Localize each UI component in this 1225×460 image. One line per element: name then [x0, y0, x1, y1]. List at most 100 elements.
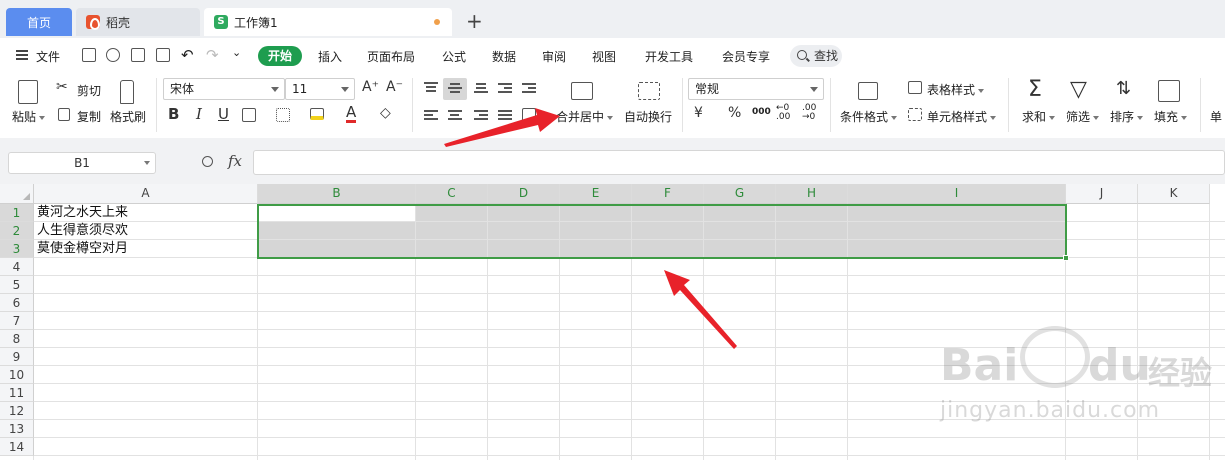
merge-center-button[interactable]: 合并居中: [556, 108, 614, 125]
hamburger-icon[interactable]: [16, 50, 28, 60]
name-box[interactable]: B1: [8, 152, 156, 174]
cell-style-button[interactable]: 单元格样式: [927, 108, 997, 125]
table-style-icon[interactable]: [908, 81, 922, 94]
paste-icon[interactable]: [18, 80, 38, 104]
ribbon-tab-start[interactable]: 开始: [258, 46, 302, 66]
row-header-4[interactable]: 4: [0, 258, 34, 276]
ribbon-tab-data[interactable]: 数据: [492, 48, 516, 65]
column-header-k[interactable]: K: [1138, 184, 1210, 204]
row-header-11[interactable]: 11: [0, 384, 34, 402]
wrap-text-icon[interactable]: [638, 82, 660, 100]
ribbon-tab-member[interactable]: 会员专享: [722, 48, 770, 65]
menu-file[interactable]: 文件: [36, 48, 60, 65]
conditional-format-icon[interactable]: [858, 82, 878, 100]
copy-icon[interactable]: [58, 108, 70, 121]
thousands-button[interactable]: 000: [752, 107, 771, 117]
column-header-f[interactable]: F: [632, 184, 704, 204]
font-size-select[interactable]: 11: [285, 78, 355, 100]
search-button[interactable]: 查找: [790, 45, 842, 67]
row-header-9[interactable]: 9: [0, 348, 34, 366]
conditional-format-button[interactable]: 条件格式: [840, 108, 898, 125]
clear-format-icon[interactable]: ◇: [380, 105, 391, 121]
ribbon-tab-insert[interactable]: 插入: [318, 48, 342, 65]
print-preview-icon[interactable]: [156, 48, 170, 62]
filter-button[interactable]: 筛选: [1066, 108, 1100, 125]
cell-a3[interactable]: 莫使金樽空对月: [37, 240, 128, 258]
sort-button[interactable]: 排序: [1110, 108, 1144, 125]
ribbon-tab-devtools[interactable]: 开发工具: [645, 48, 693, 65]
number-format-select[interactable]: 常规: [688, 78, 824, 100]
row-header-5[interactable]: 5: [0, 276, 34, 294]
zoom-icon[interactable]: [202, 156, 213, 167]
italic-button[interactable]: I: [196, 105, 202, 123]
export-icon[interactable]: [106, 48, 120, 62]
row-header-13[interactable]: 13: [0, 420, 34, 438]
cell-a2[interactable]: 人生得意须尽欢: [37, 222, 128, 240]
bold-button[interactable]: B: [168, 105, 179, 123]
column-header-j[interactable]: J: [1066, 184, 1138, 204]
merge-center-icon[interactable]: [571, 82, 593, 100]
column-header-d[interactable]: D: [488, 184, 560, 204]
indent-decrease-icon[interactable]: [498, 83, 512, 95]
percent-button[interactable]: %: [728, 105, 741, 121]
copy-button[interactable]: 复制: [77, 108, 101, 125]
row-header-7[interactable]: 7: [0, 312, 34, 330]
ribbon-tab-view[interactable]: 视图: [592, 48, 616, 65]
column-header-h[interactable]: H: [776, 184, 848, 204]
font-grow-icon[interactable]: A⁺: [362, 79, 379, 95]
sort-icon[interactable]: ⇅: [1116, 78, 1131, 99]
tab-workbook[interactable]: S 工作簿1: [204, 8, 452, 36]
currency-button[interactable]: ¥: [694, 105, 703, 121]
indent-increase-icon[interactable]: [522, 83, 536, 95]
column-header-a[interactable]: A: [34, 184, 258, 204]
row-header-3[interactable]: 3: [0, 240, 34, 258]
increase-decimal-icon[interactable]: ←0.00: [776, 104, 790, 122]
column-header-g[interactable]: G: [704, 184, 776, 204]
undo-icon[interactable]: ↶: [181, 46, 194, 64]
row-header-6[interactable]: 6: [0, 294, 34, 312]
fill-color-icon[interactable]: [310, 108, 324, 120]
font-name-select[interactable]: 宋体: [163, 78, 285, 100]
table-style-button[interactable]: 表格样式: [927, 81, 985, 98]
row-header-1[interactable]: 1: [0, 204, 34, 222]
paste-button[interactable]: 粘贴: [12, 108, 46, 125]
save-icon[interactable]: [82, 48, 96, 62]
row-header-14[interactable]: 14: [0, 438, 34, 456]
cut-button[interactable]: 剪切: [77, 82, 101, 99]
cut-icon[interactable]: ✂: [56, 79, 68, 95]
fx-icon[interactable]: fx: [228, 152, 242, 170]
tab-daoke[interactable]: 稻壳: [76, 8, 200, 36]
align-right-icon[interactable]: [474, 110, 488, 122]
tab-home[interactable]: 首页: [6, 8, 72, 36]
align-bottom-icon[interactable]: [474, 83, 488, 95]
ribbon-tab-layout[interactable]: 页面布局: [367, 48, 415, 65]
fill-handle[interactable]: [1063, 255, 1069, 261]
print-icon[interactable]: [131, 48, 145, 62]
fill-icon[interactable]: [1158, 80, 1180, 102]
row-header-12[interactable]: 12: [0, 402, 34, 420]
underline-button[interactable]: U: [218, 105, 229, 123]
cell-style-icon[interactable]: [908, 108, 922, 121]
align-center-icon[interactable]: [448, 110, 462, 122]
cell-shade-icon[interactable]: [276, 108, 290, 122]
column-header-e[interactable]: E: [560, 184, 632, 204]
column-header-i[interactable]: I: [848, 184, 1066, 204]
select-all-corner[interactable]: [0, 184, 34, 204]
font-color-button[interactable]: A: [346, 104, 357, 123]
align-top-icon[interactable]: [424, 82, 438, 94]
format-painter-button[interactable]: 格式刷: [110, 108, 146, 125]
fill-button[interactable]: 填充: [1154, 108, 1188, 125]
ribbon-tab-formula[interactable]: 公式: [442, 48, 466, 65]
sum-icon[interactable]: Σ: [1028, 77, 1042, 102]
formula-input[interactable]: [253, 150, 1225, 175]
font-shrink-icon[interactable]: A⁻: [386, 79, 403, 95]
wrap-text-button[interactable]: 自动换行: [624, 108, 672, 125]
ribbon-tab-review[interactable]: 审阅: [542, 48, 566, 65]
format-painter-icon[interactable]: [120, 80, 134, 104]
column-header-b[interactable]: B: [258, 184, 416, 204]
row-header-8[interactable]: 8: [0, 330, 34, 348]
border-icon[interactable]: [242, 108, 256, 122]
justify-icon[interactable]: [498, 110, 512, 122]
align-left-icon[interactable]: [424, 110, 438, 122]
row-header-2[interactable]: 2: [0, 222, 34, 240]
